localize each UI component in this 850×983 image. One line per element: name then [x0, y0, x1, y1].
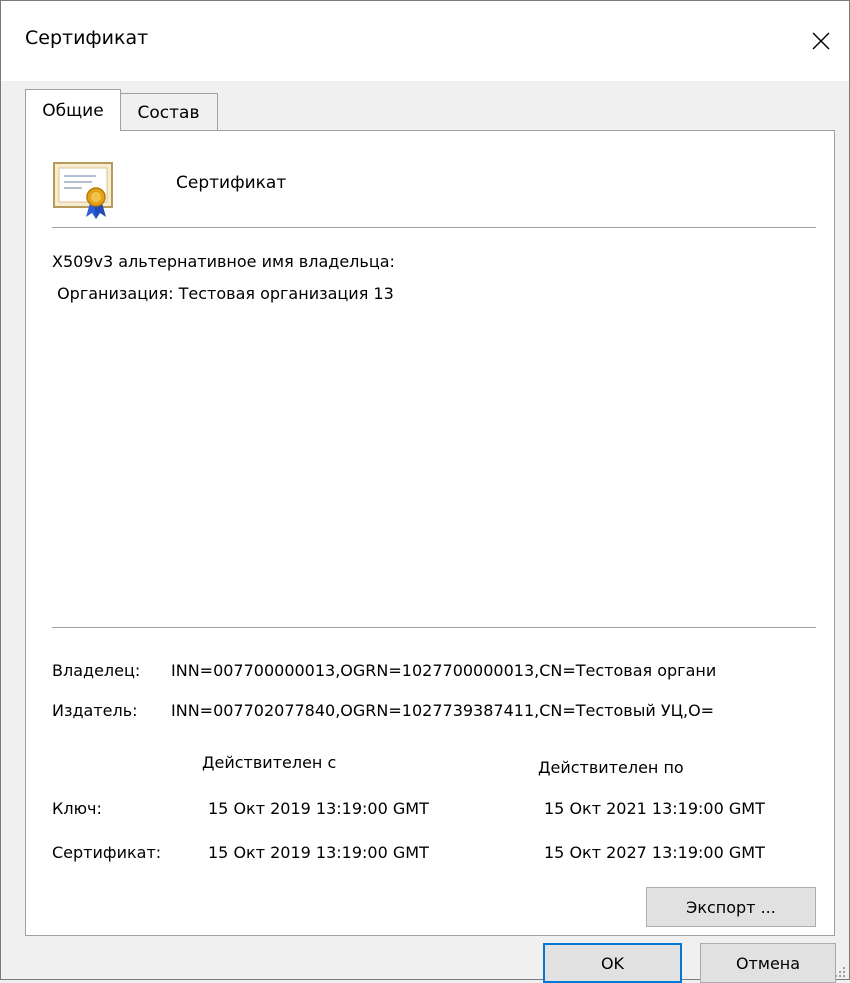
ok-button-label: OK: [600, 953, 625, 973]
tab-general[interactable]: Общие: [25, 89, 121, 131]
certificate-details-text: X509v3 альтернативное имя владельца: Орг…: [52, 246, 816, 576]
owner-label: Владелец:: [52, 661, 141, 680]
tab-general-label: Общие: [42, 100, 104, 121]
issuer-value: INN=007702077840,OGRN=1027739387411,CN=Т…: [171, 701, 715, 720]
general-panel: Сертификат X509v3 альтернативное имя вла…: [25, 130, 835, 936]
details-line-2: Организация: Тестовая организация 13: [52, 284, 394, 303]
valid-to-header: Действителен по: [538, 758, 684, 777]
certificate-name: Сертификат: [176, 173, 287, 193]
cancel-button-label: Отмена: [735, 953, 801, 973]
key-valid-from: 15 Окт 2019 13:19:00 GMT: [208, 799, 429, 818]
tab-composition-label: Состав: [137, 102, 200, 123]
valid-from-header: Действителен с: [202, 753, 337, 772]
details-line-1: X509v3 альтернативное имя владельца:: [52, 252, 395, 271]
key-valid-to: 15 Окт 2021 13:19:00 GMT: [544, 799, 765, 818]
resize-grip-icon[interactable]: [833, 965, 847, 979]
export-button[interactable]: Экспорт ...: [646, 887, 816, 927]
title-bar: Сертификат: [1, 1, 849, 81]
certificate-icon: [53, 162, 113, 219]
tabs-area: Общие Состав Сертификат X509v3 альтернат…: [1, 81, 849, 983]
cert-valid-to: 15 Окт 2027 13:19:00 GMT: [544, 843, 765, 862]
issuer-label: Издатель:: [52, 701, 138, 720]
bottom-divider: [52, 627, 816, 628]
cert-label: Сертификат:: [52, 843, 162, 862]
top-divider: [52, 227, 816, 228]
close-button[interactable]: [793, 1, 849, 81]
window-title: Сертификат: [25, 27, 149, 49]
cancel-button[interactable]: Отмена: [700, 943, 836, 983]
owner-value: INN=007700000013,OGRN=1027700000013,CN=Т…: [171, 661, 717, 680]
tab-composition[interactable]: Состав: [120, 93, 218, 131]
certificate-dialog: Сертификат Общие Состав Сертификат X509v…: [0, 0, 850, 983]
export-button-label: Экспорт ...: [686, 897, 776, 917]
close-icon: [812, 32, 830, 50]
ok-button[interactable]: OK: [543, 943, 682, 983]
cert-valid-from: 15 Окт 2019 13:19:00 GMT: [208, 843, 429, 862]
key-label: Ключ:: [52, 799, 102, 818]
